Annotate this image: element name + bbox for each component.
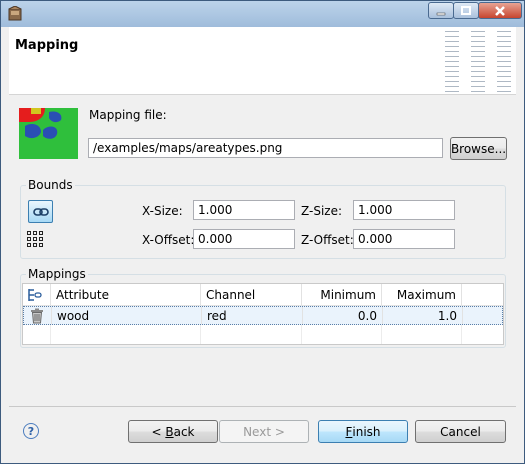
mapping-file-input[interactable] — [88, 138, 443, 158]
finish-button-mnemonic: F — [345, 424, 353, 439]
mapping-image-preview — [19, 108, 78, 159]
close-icon — [495, 5, 505, 16]
grid-icon[interactable] — [27, 231, 43, 247]
column-header-channel[interactable]: Channel — [201, 284, 302, 305]
wizard-header: Mapping — [9, 27, 516, 95]
z-offset-label: Z-Offset: — [301, 233, 354, 247]
back-button-prefix: < — [151, 424, 166, 439]
close-button[interactable] — [478, 2, 522, 19]
column-header-maximum[interactable]: Maximum — [382, 284, 462, 305]
column-header-attribute[interactable]: Attribute — [51, 284, 201, 305]
table-header-row: Attribute Channel Minimum Maximum — [23, 284, 503, 306]
grid-line — [301, 325, 302, 344]
trash-icon — [31, 308, 43, 324]
browse-button[interactable]: Browse... — [450, 137, 507, 160]
title-bar — [1, 1, 524, 27]
z-offset-input[interactable] — [353, 229, 455, 249]
x-size-label: X-Size: — [142, 204, 183, 218]
minimize-icon — [436, 12, 446, 15]
back-button[interactable]: < Back — [128, 420, 218, 443]
maximize-icon — [461, 5, 471, 15]
mapping-wizard-window: Mapping Mapping file: Browse... Bounds — [0, 0, 525, 464]
cell-attribute[interactable]: wood — [52, 307, 202, 324]
cell-minimum[interactable]: 0.0 — [303, 307, 383, 324]
grid-line — [381, 325, 382, 344]
app-icon — [8, 6, 22, 21]
link-aspect-toggle[interactable] — [28, 200, 53, 223]
table-row[interactable]: wood red 0.0 1.0 — [23, 306, 503, 325]
grid-line — [200, 325, 201, 344]
add-mapping-button[interactable] — [23, 284, 51, 305]
delete-mapping-button[interactable] — [24, 307, 52, 324]
grid-line — [50, 325, 51, 344]
footer-separator — [9, 406, 516, 407]
grid-line — [461, 325, 462, 344]
back-button-mnemonic: B — [165, 424, 174, 439]
page-title: Mapping — [15, 38, 79, 53]
mappings-table: Attribute Channel Minimum Maximum wood r… — [22, 283, 504, 345]
finish-button-rest: inish — [352, 424, 381, 439]
bounds-group-label: Bounds — [26, 178, 75, 192]
x-size-input[interactable] — [193, 200, 295, 220]
back-button-rest: ack — [173, 424, 195, 439]
cell-maximum[interactable]: 1.0 — [383, 307, 463, 324]
z-size-input[interactable] — [353, 200, 455, 220]
mappings-group-label: Mappings — [26, 267, 88, 281]
x-offset-input[interactable] — [193, 229, 295, 249]
x-offset-label: X-Offset: — [142, 233, 195, 247]
add-mapping-icon — [28, 289, 42, 301]
next-button[interactable]: Next > — [219, 420, 309, 443]
column-header-minimum[interactable]: Minimum — [302, 284, 382, 305]
cell-channel[interactable]: red — [202, 307, 303, 324]
z-size-label: Z-Size: — [301, 204, 343, 218]
finish-button[interactable]: Finish — [318, 420, 408, 443]
cancel-button[interactable]: Cancel — [415, 420, 506, 443]
help-icon[interactable]: ? — [23, 423, 39, 439]
chain-link-icon — [32, 207, 49, 216]
minimize-button[interactable] — [428, 2, 454, 19]
header-table-thumbnail — [445, 27, 515, 93]
maximize-button[interactable] — [453, 2, 479, 19]
mapping-file-label: Mapping file: — [89, 108, 167, 122]
